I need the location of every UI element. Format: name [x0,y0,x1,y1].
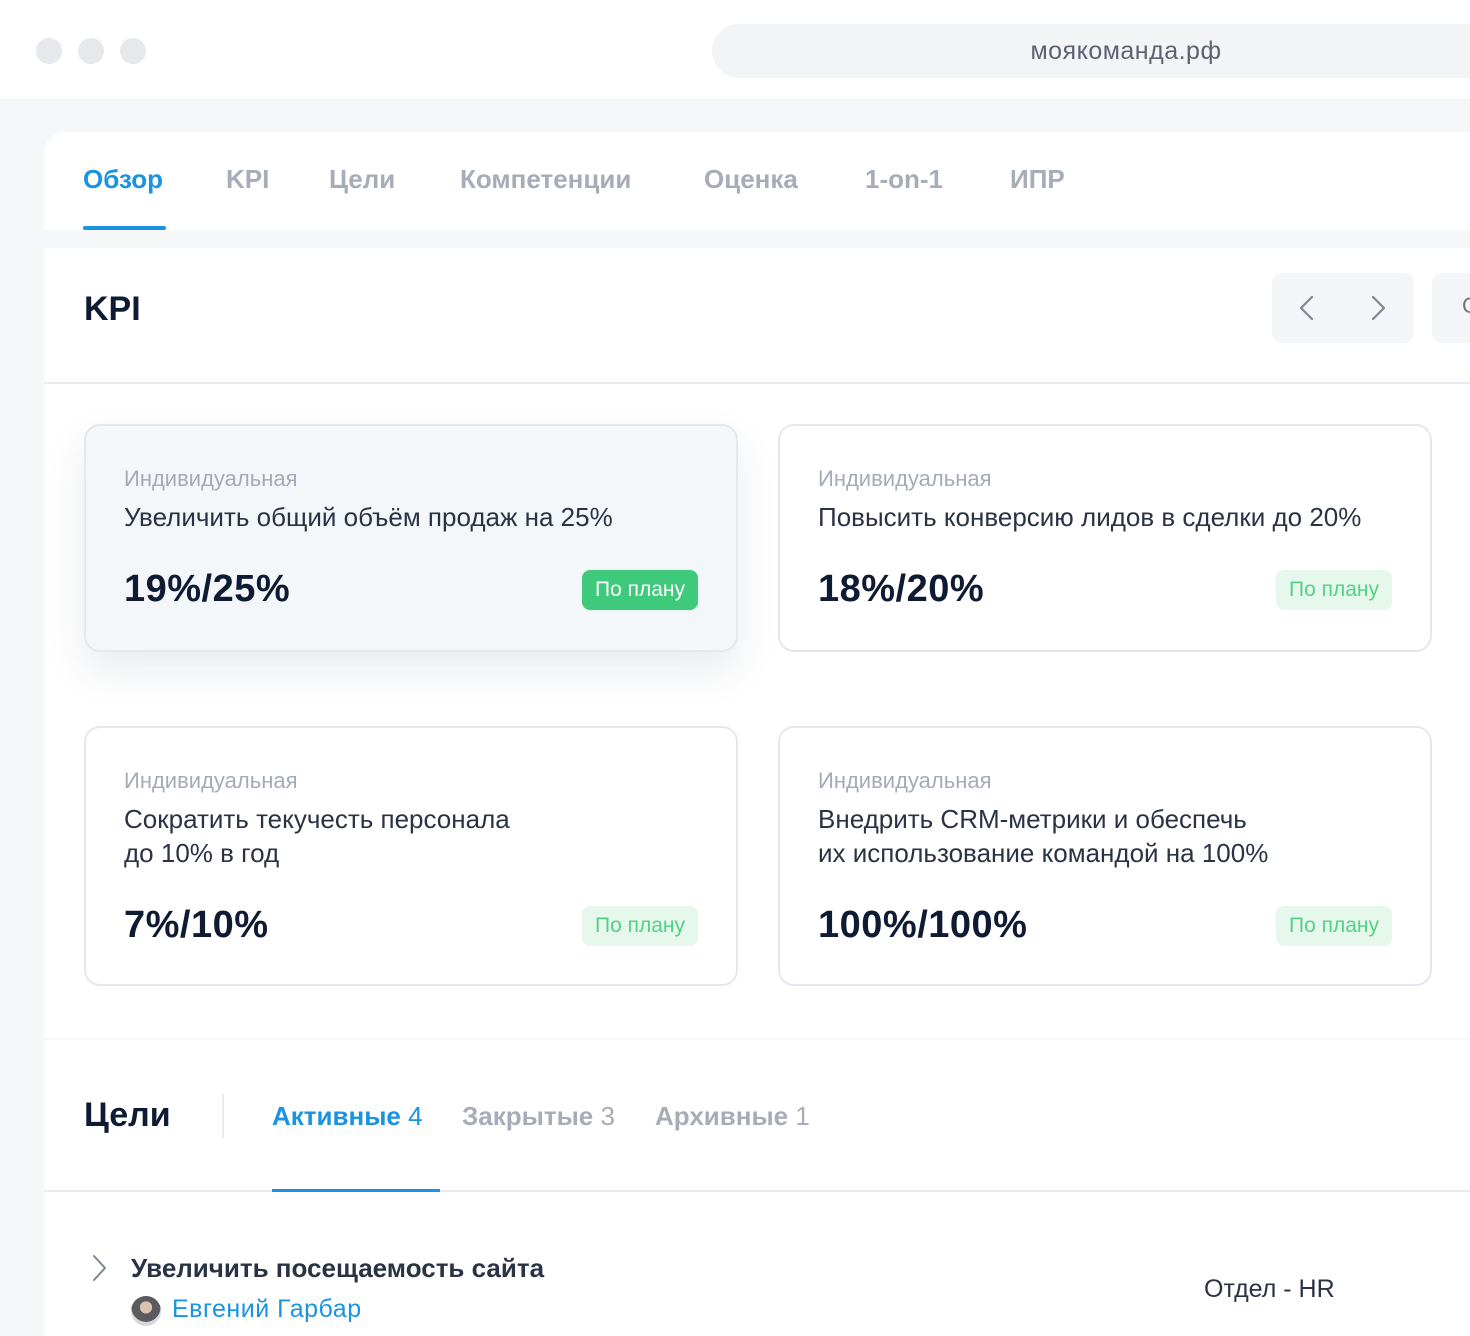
carousel-next-button[interactable] [1343,273,1414,343]
goal-name: Увеличить посещаемость сайта [131,1253,545,1283]
kpi-card-value: 19%/25% [124,568,291,610]
carousel-prev-button[interactable] [1272,273,1343,343]
kpi-section-title: KPI [84,290,141,328]
goals-tab-archived[interactable]: Архивные 1 [655,1101,810,1132]
tab-assessment[interactable]: Оценка [704,164,798,195]
goal-list-item[interactable]: Увеличить посещаемость сайта Евгений Гар… [44,1230,1470,1336]
goals-tab-closed[interactable]: Закрытые 3 [462,1101,615,1132]
kpi-divider [44,382,1470,384]
tab-overview[interactable]: Обзор [83,164,163,195]
goals-title-separator [222,1094,224,1138]
active-tab-indicator [83,226,166,230]
tab-kpi[interactable]: KPI [226,164,269,195]
tab-idp[interactable]: ИПР [1010,164,1065,195]
kpi-card-type: Индивидуальная [124,768,298,793]
kpi-card-type: Индивидуальная [818,768,992,793]
kpi-card[interactable]: Индивидуальная Внедрить CRM-метрики и об… [778,726,1432,986]
status-badge: По плану [581,906,698,946]
kpi-card-title: Внедрить CRM-метрики и обеспечь их исполь… [818,804,1269,868]
kpi-card-title: Повысить конверсию лидов в сделки до 20% [818,502,1362,532]
chevron-left-icon [1299,295,1314,321]
carousel-nav [1272,273,1414,343]
kpi-card-title: Увеличить общий объём продаж на 25% [124,502,613,532]
address-bar-url: моякоманда.рф [1030,37,1222,65]
kpi-card-value: 7%/10% [124,904,269,946]
kpi-extra-button[interactable]: С [1432,273,1470,343]
window-minimize-dot[interactable] [78,38,104,64]
chevron-right-icon[interactable] [91,1254,107,1282]
goal-department: Отдел - HR [1204,1275,1335,1303]
status-badge: По плану [1275,906,1392,946]
kpi-card-type: Индивидуальная [818,466,992,491]
window-close-dot[interactable] [36,38,62,64]
avatar [131,1296,161,1326]
status-badge: По плану [1275,570,1392,610]
tab-goals[interactable]: Цели [329,164,395,195]
goals-section-title: Цели [84,1096,171,1134]
active-goals-tab-indicator [272,1189,440,1192]
kpi-card-type: Индивидуальная [124,466,298,491]
kpi-card-value: 100%/100% [818,904,1028,946]
goals-divider [44,1190,1470,1192]
kpi-card[interactable]: Индивидуальная Повысить конверсию лидов … [778,424,1432,652]
kpi-card[interactable]: Индивидуальная Увеличить общий объём про… [84,424,738,652]
browser-chrome: моякоманда.рф [0,0,1470,100]
kpi-card[interactable]: Индивидуальная Сократить текучесть персо… [84,726,738,986]
tab-competencies[interactable]: Компетенции [460,164,631,195]
goal-owner-link[interactable]: Евгений Гарбар [172,1295,362,1324]
window-maximize-dot[interactable] [120,38,146,64]
chevron-right-icon [1371,295,1386,321]
kpi-card-title: Сократить текучесть персонала до 10% в го… [124,804,510,868]
tab-one-on-one[interactable]: 1-on-1 [865,164,943,195]
goals-tab-active[interactable]: Активные 4 [272,1101,423,1132]
kpi-extra-button-label: С [1462,293,1470,318]
address-bar[interactable]: моякоманда.рф [712,24,1470,78]
status-badge: По плану [581,570,698,610]
kpi-card-value: 18%/20% [818,568,985,610]
